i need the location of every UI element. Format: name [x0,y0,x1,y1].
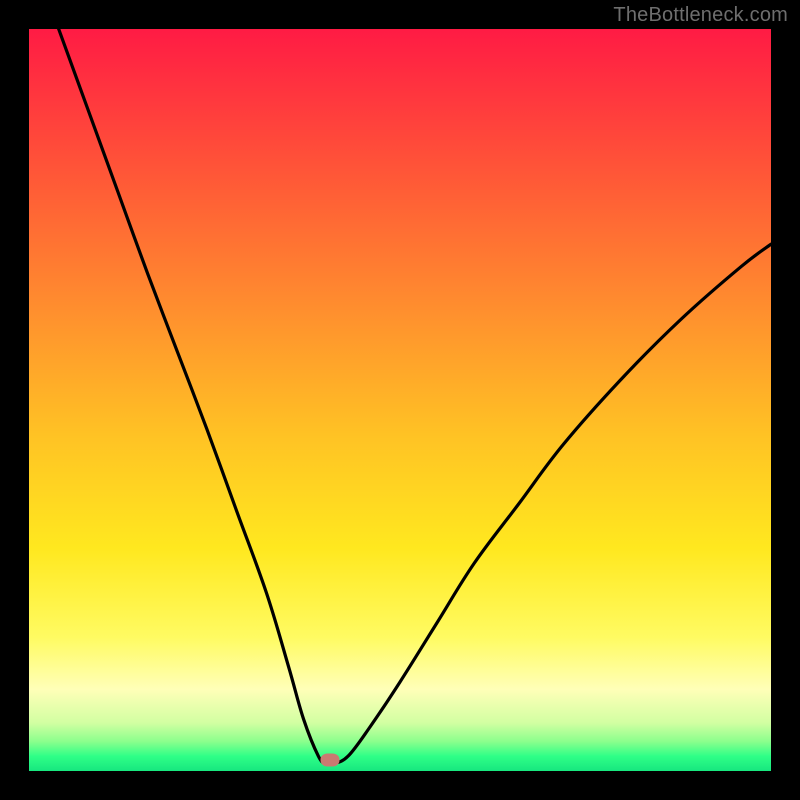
plot-area [29,29,771,771]
optimal-marker [320,753,339,766]
bottleneck-curve [29,29,771,771]
chart-frame: TheBottleneck.com [0,0,800,800]
watermark-text: TheBottleneck.com [613,4,788,27]
